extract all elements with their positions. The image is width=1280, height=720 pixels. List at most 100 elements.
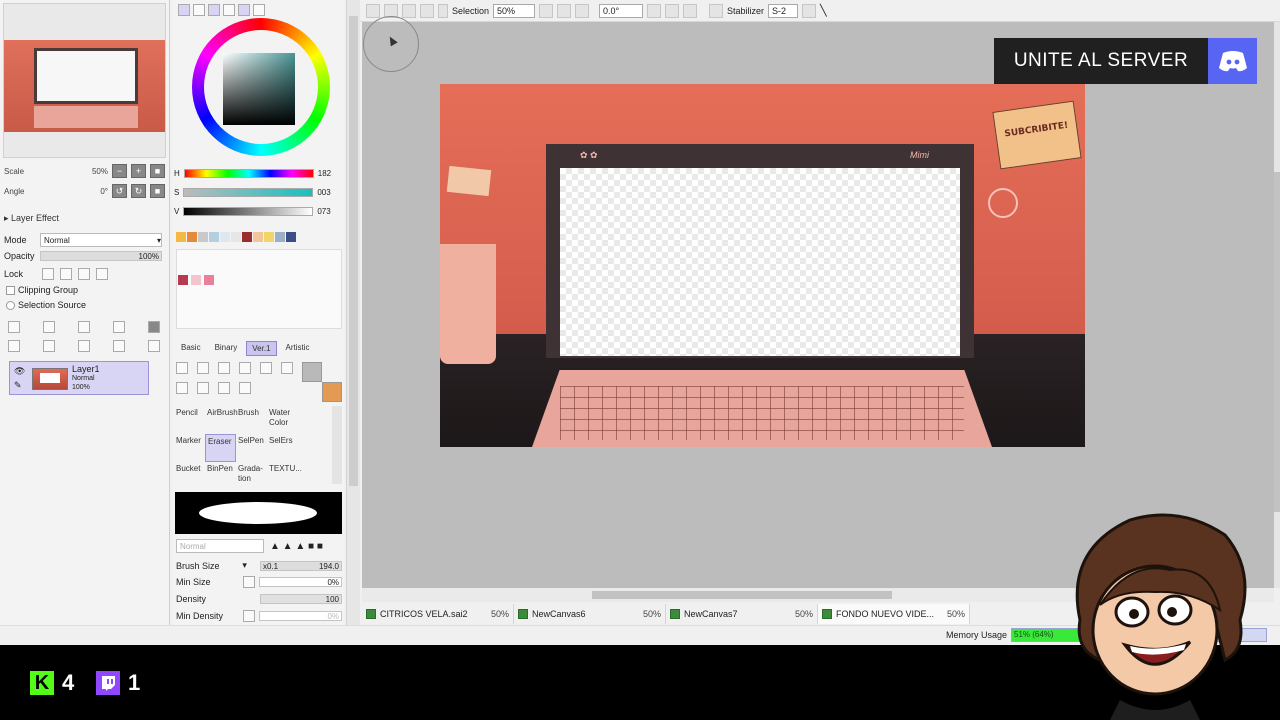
pen-icon[interactable]: ✎: [14, 380, 22, 391]
horizontal-scrollbar-thumb[interactable]: [592, 591, 892, 599]
custom-color-swatch[interactable]: [178, 275, 188, 285]
zoom-out-button[interactable]: −: [112, 164, 127, 178]
lock-paint-icon[interactable]: [60, 268, 72, 280]
color-swatch[interactable]: [264, 232, 274, 242]
brush-size-slider[interactable]: x0.1 194.0: [260, 560, 342, 571]
lock-transparency-icon[interactable]: [42, 268, 54, 280]
pressure-icon[interactable]: [243, 610, 256, 622]
delete-layer-icon[interactable]: [113, 340, 125, 352]
new-layer-icon[interactable]: [8, 321, 20, 333]
min-size-slider[interactable]: 0%: [259, 577, 343, 587]
selection-tool-icon[interactable]: [176, 362, 188, 374]
panel-scrollbar-thumb[interactable]: [349, 16, 358, 486]
fill-tool-icon[interactable]: [239, 362, 251, 374]
zoom-select[interactable]: 50%: [493, 3, 536, 18]
saturation-slider[interactable]: [183, 187, 314, 197]
magic-wand-icon[interactable]: [218, 362, 230, 374]
transfer-down-icon[interactable]: [8, 340, 20, 352]
file-tab[interactable]: FONDO NUEVO VIDE... 50%: [818, 604, 970, 624]
brush-tool-cell[interactable]: Bucket: [174, 462, 205, 490]
eye-icon[interactable]: 👁: [14, 366, 25, 377]
saturation-value[interactable]: 003: [317, 188, 330, 197]
saturation-value-square[interactable]: [223, 53, 295, 125]
canvas-vertical-scrollbar[interactable]: [1274, 22, 1280, 588]
layer-options-icon[interactable]: [148, 340, 160, 352]
file-tab[interactable]: NewCanvas6 50%: [514, 604, 666, 624]
tool-set-tab[interactable]: Basic: [176, 341, 206, 356]
color-swatch[interactable]: [220, 232, 230, 242]
zoom-reset-button[interactable]: ■: [150, 164, 165, 178]
selection-source-option[interactable]: Selection Source: [6, 300, 86, 311]
lock-move-icon[interactable]: [78, 268, 90, 280]
zoom-reset-icon[interactable]: [575, 3, 590, 18]
custom-color-swatch[interactable]: [204, 275, 214, 285]
brush-mode-select[interactable]: Normal: [176, 539, 264, 553]
brush-tool-cell[interactable]: Brush: [236, 406, 267, 434]
hsv-slider-tab-icon[interactable]: [208, 4, 220, 16]
rotate-right-icon[interactable]: [665, 3, 680, 18]
chevron-down-icon[interactable]: ▾: [242, 560, 256, 571]
rotate-right-button[interactable]: ↻: [131, 184, 146, 198]
file-tab[interactable]: CITRICOS VELA.sai2 50%: [362, 604, 514, 624]
brush-tool-cell[interactable]: [298, 462, 329, 490]
layer-item[interactable]: 👁 ✎ Layer1 Normal 100%: [9, 361, 149, 395]
rotate-reset-button[interactable]: ■: [150, 184, 165, 198]
invert-selection-button[interactable]: [420, 3, 434, 18]
opacity-slider[interactable]: 100%: [40, 251, 162, 261]
hand-tool-icon[interactable]: [218, 382, 230, 394]
eyedropper-icon[interactable]: [239, 382, 251, 394]
color-swatch[interactable]: [198, 232, 208, 242]
zoom-tool-icon[interactable]: [176, 382, 188, 394]
pressure-icon[interactable]: [243, 576, 256, 588]
brush-tool-cell[interactable]: [298, 406, 329, 434]
color-swatch[interactable]: [176, 232, 186, 242]
zoom-out-icon[interactable]: [539, 3, 554, 18]
rotate-reset-icon[interactable]: [683, 3, 698, 18]
color-swatch[interactable]: [253, 232, 263, 242]
move-tool-icon[interactable]: [281, 362, 293, 374]
selection-visible-checkbox[interactable]: [438, 3, 448, 18]
brush-shape-icons[interactable]: ▲ ▲ ▲ ■ ■: [270, 541, 323, 552]
secondary-color-chip[interactable]: [302, 362, 322, 382]
tool-set-tab[interactable]: Ver.1: [246, 341, 277, 356]
brush-tool-cell[interactable]: TEXTU...: [267, 462, 302, 490]
lasso-tool-icon[interactable]: [197, 362, 209, 374]
brush-tool-cell[interactable]: Grada-tion: [236, 462, 267, 490]
swatches-tab-icon[interactable]: [238, 4, 250, 16]
brush-tool-cell[interactable]: Water Color: [267, 406, 298, 434]
zoom-in-icon[interactable]: [557, 3, 572, 18]
angle-value[interactable]: 0°: [44, 187, 108, 196]
merge-visible-icon[interactable]: [78, 340, 90, 352]
tool-grid-scrollbar[interactable]: [332, 406, 342, 484]
scale-value[interactable]: 50%: [44, 167, 108, 176]
primary-color-chip[interactable]: [322, 382, 342, 402]
layer-clear-icon[interactable]: [148, 321, 160, 333]
new-linework-layer-icon[interactable]: [43, 321, 55, 333]
value-value[interactable]: 073: [317, 207, 330, 216]
tool-set-tab[interactable]: Binary: [210, 341, 243, 356]
color-swatch[interactable]: [187, 232, 197, 242]
flip-horizontal-icon[interactable]: [709, 3, 724, 18]
color-swatch[interactable]: [242, 232, 252, 242]
lock-all-icon[interactable]: [96, 268, 108, 280]
color-swatch[interactable]: [286, 232, 296, 242]
brush-tool-cell[interactable]: BinPen: [205, 462, 236, 490]
value-slider[interactable]: [183, 206, 314, 216]
custom-swatch-grid[interactable]: [176, 249, 342, 329]
blend-mode-select[interactable]: Normal ▾: [40, 233, 162, 247]
color-mixer-tab-icon[interactable]: [223, 4, 235, 16]
brush-tool-cell[interactable]: Eraser: [205, 434, 236, 462]
scratchpad-tab-icon[interactable]: [253, 4, 265, 16]
zoom-in-button[interactable]: +: [131, 164, 146, 178]
file-tab[interactable]: NewCanvas7 50%: [666, 604, 818, 624]
brush-tool-cell[interactable]: [298, 434, 329, 462]
new-folder-icon[interactable]: [78, 321, 90, 333]
undo-button[interactable]: [366, 3, 380, 18]
color-wheel-tab-icon[interactable]: [178, 4, 190, 16]
color-swatch[interactable]: [231, 232, 241, 242]
brush-tool-cell[interactable]: Pencil: [174, 406, 205, 434]
hue-slider[interactable]: [183, 168, 314, 178]
merge-down-icon[interactable]: [43, 340, 55, 352]
brush-tool-cell[interactable]: AirBrush: [205, 406, 238, 434]
brush-tool-cell[interactable]: SelErs: [267, 434, 298, 462]
